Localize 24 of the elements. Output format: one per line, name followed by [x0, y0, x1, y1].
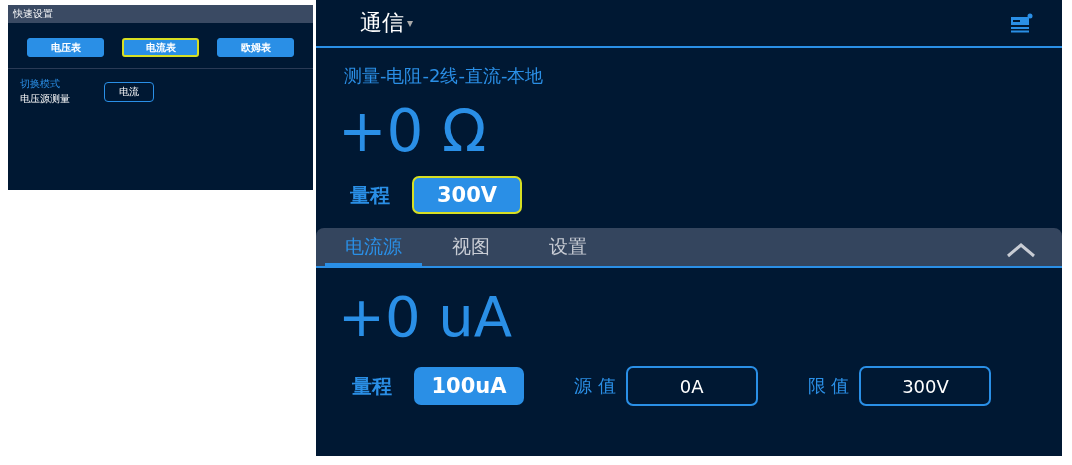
- tab[interactable]: 设置: [519, 230, 616, 266]
- meter-button[interactable]: 电压表: [27, 38, 104, 57]
- menu-title[interactable]: 通信: [360, 8, 404, 38]
- source-value-label: 源 值: [574, 374, 616, 398]
- caret-icon[interactable]: ▾: [407, 16, 414, 30]
- limit-value-label: 限 值: [807, 374, 850, 398]
- mode-button[interactable]: 电流: [104, 81, 154, 102]
- measurement-reading: +0 Ω: [337, 96, 488, 166]
- range-button[interactable]: 300V: [412, 176, 522, 214]
- tab[interactable]: 视图: [422, 230, 519, 266]
- limit-value-field[interactable]: 300V: [859, 366, 992, 406]
- source-reading: +0 uA: [337, 283, 514, 351]
- range-label: 量程: [352, 372, 392, 400]
- meter-button[interactable]: 欧姆表: [217, 38, 294, 57]
- source-value-field[interactable]: 0A: [625, 366, 758, 406]
- panel-title: 快速设置: [8, 5, 313, 23]
- range-button[interactable]: 100uA: [414, 367, 524, 405]
- function-label: 测量-电阻-2线-直流-本地: [343, 64, 545, 88]
- range-label: 量程: [350, 181, 390, 209]
- mode-subtitle: 电压源测量: [20, 92, 71, 106]
- mode-label: 切换模式: [20, 77, 61, 91]
- chevron-up-icon[interactable]: [1006, 242, 1036, 258]
- meter-button[interactable]: 电流表: [122, 38, 199, 57]
- device-icon[interactable]: [1010, 13, 1034, 33]
